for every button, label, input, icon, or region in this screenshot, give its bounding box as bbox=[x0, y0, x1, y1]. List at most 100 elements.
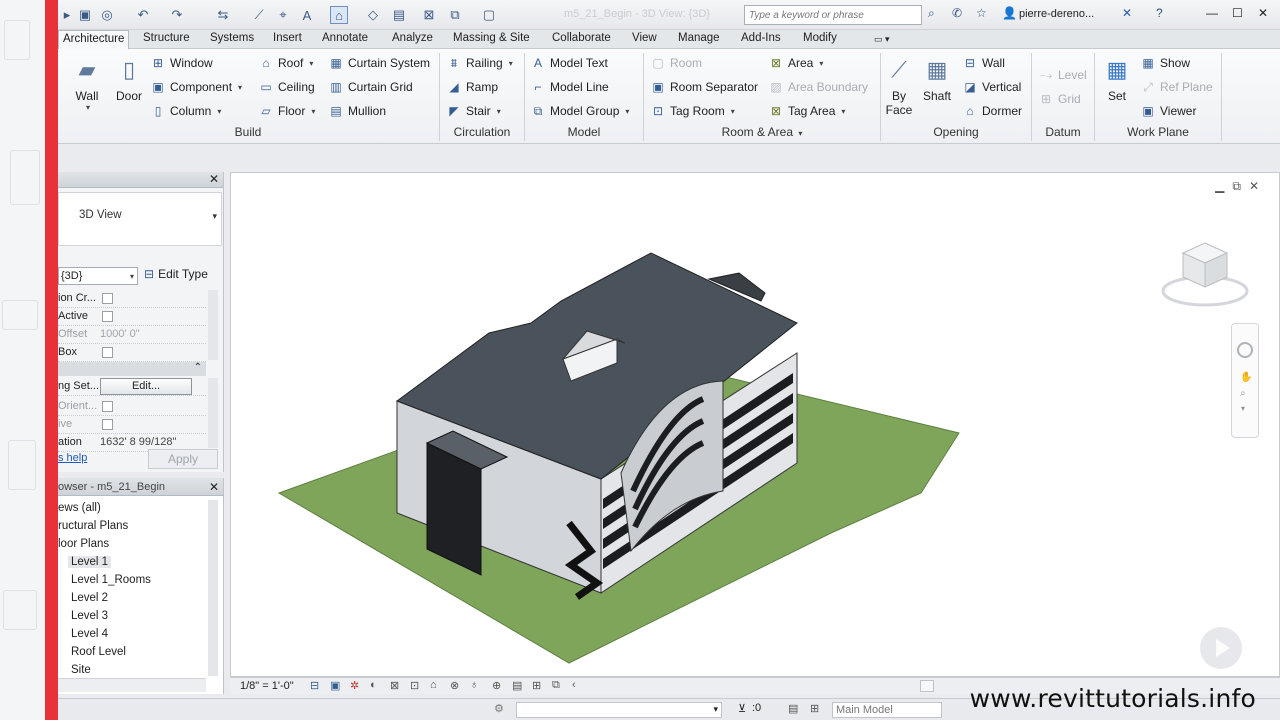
area-button[interactable]: ⊠ Area ▾ bbox=[768, 53, 823, 73]
wall-dropdown-icon[interactable]: ▾ bbox=[86, 103, 90, 112]
tree-item-level-1[interactable]: Level 1 bbox=[68, 556, 112, 568]
tree-item-structural-plans[interactable]: ructural Plans bbox=[58, 520, 128, 532]
column-button[interactable]: ▯ Column ▾ bbox=[150, 101, 222, 121]
selection-filter-icon[interactable]: ⊻ bbox=[738, 702, 746, 715]
tab-modify[interactable]: Modify bbox=[803, 32, 837, 44]
exchange-apps-icon[interactable]: ✕ bbox=[1122, 6, 1132, 20]
favorites-star-icon[interactable]: ☆ bbox=[976, 6, 987, 20]
tab-analyze[interactable]: Analyze bbox=[392, 32, 433, 44]
worksets-icon[interactable]: ⚙ bbox=[494, 702, 504, 715]
tree-item-roof-level[interactable]: Roof Level bbox=[71, 646, 126, 658]
aligned-dimension-icon[interactable]: ⟋ bbox=[250, 6, 268, 24]
tab-systems[interactable]: Systems bbox=[210, 32, 254, 44]
building-model[interactable] bbox=[231, 173, 1280, 677]
temporary-hide-icon[interactable]: ⊗ bbox=[450, 679, 459, 692]
room-button[interactable]: ▢ Room bbox=[650, 53, 702, 73]
type-selector[interactable]: 3D View ▾ bbox=[58, 192, 222, 246]
ribbon-minimize-toggle-icon[interactable]: ▭ ▾ bbox=[874, 34, 890, 45]
show-work-plane-button[interactable]: ▦ Show bbox=[1140, 53, 1190, 73]
zoom-icon[interactable]: ⌕ bbox=[1240, 388, 1246, 399]
design-options-icon[interactable]: ⊞ bbox=[810, 702, 819, 715]
maximize-icon[interactable]: ☐ bbox=[1232, 6, 1243, 20]
tag-room-button[interactable]: ⊡ Tag Room ▾ bbox=[650, 101, 735, 121]
user-name[interactable]: pierre-dereno... bbox=[1019, 8, 1094, 20]
tab-collaborate[interactable]: Collaborate bbox=[552, 32, 611, 44]
minimize-icon[interactable]: — bbox=[1206, 6, 1218, 20]
tree-item-level-3[interactable]: Level 3 bbox=[71, 610, 108, 622]
tree-item-site[interactable]: Site bbox=[71, 664, 91, 676]
crop-view-icon[interactable]: ⊠ bbox=[390, 679, 399, 692]
view-scale[interactable]: 1/8" = 1'-0" bbox=[240, 680, 294, 692]
curtain-system-button[interactable]: ▦ Curtain System bbox=[328, 53, 430, 73]
area-boundary-button[interactable]: ▨ Area Boundary bbox=[768, 77, 868, 97]
stair-button[interactable]: ◤ Stair ▾ bbox=[446, 101, 500, 121]
tab-architecture[interactable]: Architecture bbox=[58, 30, 130, 50]
model-line-button[interactable]: ⌐ Model Line bbox=[530, 77, 608, 97]
horizontal-scroll-thumb[interactable] bbox=[920, 680, 934, 692]
sun-path-icon[interactable]: ✲ bbox=[350, 679, 359, 692]
section-icon[interactable]: ◇ bbox=[364, 6, 382, 24]
properties-scrollbar[interactable] bbox=[208, 290, 218, 360]
tab-manage[interactable]: Manage bbox=[678, 32, 720, 44]
default-3d-view-icon[interactable]: ⌂ bbox=[330, 6, 348, 24]
edit-type-button[interactable]: ⊟ Edit Type bbox=[144, 267, 208, 281]
close-window-icon[interactable]: ✕ bbox=[1258, 6, 1268, 20]
thin-lines-icon[interactable]: ▤ bbox=[390, 6, 408, 24]
view-bar-scroll-left-icon[interactable]: ‹ bbox=[572, 679, 576, 691]
viewcube[interactable] bbox=[1159, 233, 1249, 313]
apply-button[interactable]: Apply bbox=[148, 449, 218, 469]
railing-button[interactable]: ⩩ Railing ▾ bbox=[446, 53, 513, 73]
tag-icon[interactable]: ⌖ bbox=[274, 6, 292, 24]
edit-button[interactable]: Edit... bbox=[100, 378, 192, 395]
tab-insert[interactable]: Insert bbox=[273, 32, 302, 44]
grid-button[interactable]: ⊞ Grid bbox=[1038, 89, 1081, 109]
model-text-button[interactable]: A Model Text bbox=[530, 53, 608, 73]
property-checkbox[interactable] bbox=[102, 311, 113, 322]
user-icon[interactable]: 👤 bbox=[1002, 6, 1017, 20]
sync-icon[interactable]: ◎ bbox=[98, 6, 116, 24]
group-label-room-area[interactable]: Room & Area ▾ bbox=[644, 125, 880, 139]
shaft-button[interactable]: ▦ Shaft bbox=[922, 55, 952, 103]
highlight-displacement-icon[interactable]: ▤ bbox=[512, 679, 522, 692]
analysis-display-icon[interactable]: ⊕ bbox=[492, 679, 501, 692]
tab-structure[interactable]: Structure bbox=[143, 32, 190, 44]
help-icon[interactable]: ? bbox=[1156, 6, 1163, 20]
close-hidden-windows-icon[interactable]: ⊠ bbox=[420, 6, 438, 24]
measure-icon[interactable]: ⇆ bbox=[214, 6, 232, 24]
open-icon[interactable]: ▸ bbox=[58, 6, 76, 24]
tree-item-views[interactable]: ews (all) bbox=[58, 502, 101, 514]
door-button[interactable]: ▯ Door bbox=[114, 55, 144, 103]
design-options-select[interactable]: ▾ bbox=[516, 702, 722, 718]
model-group-button[interactable]: ⧉ Model Group ▾ bbox=[530, 101, 630, 121]
wall-button[interactable]: ▰ Wall ▾ bbox=[72, 55, 102, 112]
main-model-select[interactable]: Main Model bbox=[832, 702, 942, 718]
video-play-button[interactable] bbox=[1200, 627, 1242, 669]
tab-add-ins[interactable]: Add-Ins bbox=[741, 32, 781, 44]
worksharing-icon[interactable]: ⧉ bbox=[552, 679, 560, 692]
shadows-icon[interactable]: ◐ bbox=[370, 679, 377, 691]
wall-opening-button[interactable]: ⊟ Wall bbox=[962, 53, 1005, 73]
property-group-header[interactable]: ⌃ bbox=[58, 362, 206, 376]
mullion-button[interactable]: ▤ Mullion bbox=[328, 101, 386, 121]
tree-item-level-2[interactable]: Level 2 bbox=[71, 592, 108, 604]
switch-windows-icon[interactable]: ⧉ bbox=[446, 6, 464, 24]
browser-horizontal-scrollbar[interactable] bbox=[58, 678, 206, 692]
level-button[interactable]: ⤍ Level bbox=[1038, 65, 1087, 85]
show-crop-icon[interactable]: ⊡ bbox=[410, 679, 419, 692]
lock-view-icon[interactable]: ⌂ bbox=[430, 679, 437, 691]
type-dropdown-icon[interactable]: ▾ bbox=[212, 211, 217, 222]
save-icon[interactable]: ▣ bbox=[76, 6, 94, 24]
ref-plane-button[interactable]: ⤢ Ref Plane bbox=[1140, 77, 1213, 97]
room-separator-button[interactable]: ▣ Room Separator bbox=[650, 77, 758, 97]
collapse-group-icon[interactable]: ⌃ bbox=[194, 362, 202, 373]
reveal-constraints-icon[interactable]: ⊞ bbox=[532, 679, 541, 692]
visual-style-icon[interactable]: ▣ bbox=[330, 679, 340, 692]
component-button[interactable]: ▣ Component ▾ bbox=[150, 77, 242, 97]
tag-area-button[interactable]: ⊠ Tag Area ▾ bbox=[768, 101, 845, 121]
property-checkbox[interactable] bbox=[102, 347, 113, 358]
viewer-button[interactable]: ▣ Viewer bbox=[1140, 101, 1196, 121]
customize-qat-icon[interactable]: ▢ bbox=[480, 6, 498, 24]
dormer-button[interactable]: ⌂ Dormer bbox=[962, 101, 1022, 121]
properties-scrollbar[interactable] bbox=[208, 378, 218, 448]
ceiling-button[interactable]: ▭ Ceiling bbox=[258, 77, 314, 97]
